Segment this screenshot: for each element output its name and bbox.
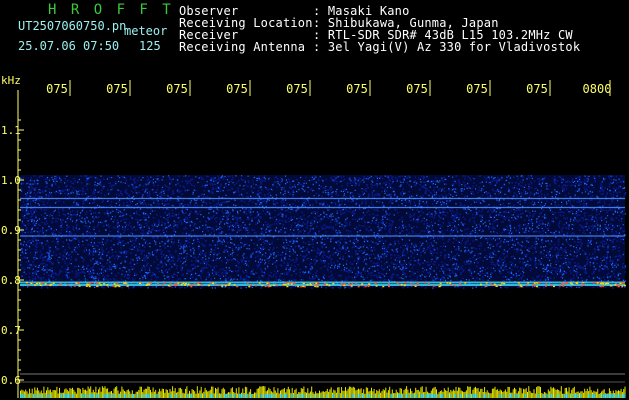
y-tick-label: 1.1 — [1, 124, 21, 137]
activity-bars — [20, 386, 626, 398]
x-tick-label: 075 — [226, 82, 248, 96]
x-tick-label: 075 — [346, 82, 368, 96]
x-tick-label: 075 — [166, 82, 188, 96]
x-tick-label: 075 — [286, 82, 308, 96]
y-tick-label: 0.6 — [1, 374, 21, 387]
x-tick-label: 075 — [106, 82, 128, 96]
activity-bars-cyan — [20, 394, 626, 398]
y-tick-label: 0.8 — [1, 274, 21, 287]
x-tick-label: 075 — [466, 82, 488, 96]
spectrogram-plot: 1.1 1.0 0.9 0.8 0.7 0.6 kHz 075 075 075 075 075 075 0… — [1, 74, 627, 398]
y-tick-label: 0.9 — [1, 224, 21, 237]
y-unit-label: kHz — [1, 74, 21, 87]
spectrogram-noise — [20, 175, 627, 289]
x-tick-label: 075 — [46, 82, 68, 96]
x-tick-label: 075 — [526, 82, 548, 96]
x-tick-label: 0800 — [583, 82, 612, 96]
y-tick-label: 0.7 — [1, 324, 21, 337]
x-tick-label: 075 — [406, 82, 428, 96]
y-tick-label: 1.0 — [1, 174, 21, 187]
